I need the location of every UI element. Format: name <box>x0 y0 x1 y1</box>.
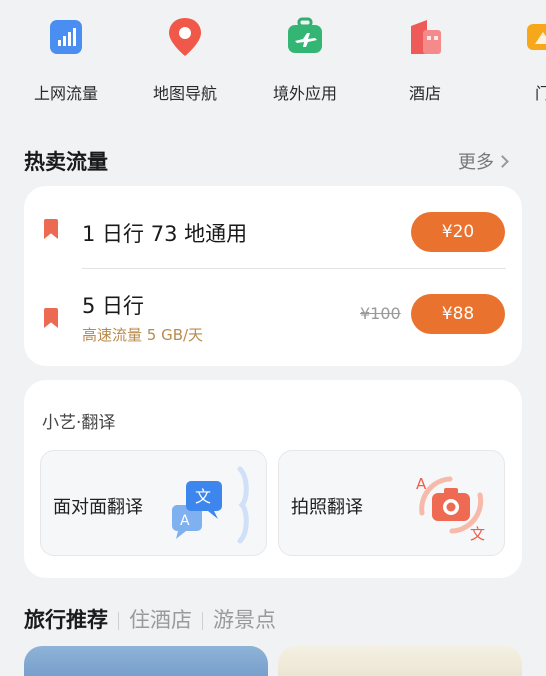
hotel-building-icon <box>403 14 447 60</box>
buy-price-button[interactable]: ¥20 <box>411 212 505 252</box>
travel-photo-card[interactable] <box>278 646 522 676</box>
section-title-hot-data: 热卖流量 <box>24 150 108 174</box>
tab-divider <box>118 611 119 630</box>
more-label: 更多 <box>458 152 494 173</box>
quick-item-label: 酒店 <box>408 84 441 103</box>
plan-row[interactable]: 5 日行 高速流量 5 GB/天 ¥100 ¥88 <box>24 274 522 366</box>
quick-access-row: 上网流量 地图导航 境外应用 酒店 门 <box>0 14 546 109</box>
tab-hotels[interactable]: 住酒店 <box>129 608 192 632</box>
data-plans-card: 1 日行 73 地通用 ¥20 5 日行 高速流量 5 GB/天 ¥100 ¥8… <box>24 186 522 366</box>
quick-item-data[interactable]: 上网流量 <box>11 14 121 104</box>
tile-label: 拍照翻译 <box>291 497 363 518</box>
quick-item-map[interactable]: 地图导航 <box>130 14 240 104</box>
quick-item-label: 地图导航 <box>152 84 217 103</box>
divider <box>82 268 506 269</box>
plan-name: 5 日行 <box>82 294 145 318</box>
quick-item-label: 境外应用 <box>272 84 337 103</box>
travel-home-page: 上网流量 地图导航 境外应用 酒店 门 热卖流量 更多 1 日行 73 地通用 … <box>0 0 546 676</box>
face-to-face-translate-tile[interactable]: 面对面翻译 A 文 <box>40 450 267 556</box>
translate-card: 小艺·翻译 面对面翻译 A 文 拍照翻译 A 文 <box>24 380 522 578</box>
tile-label: 面对面翻译 <box>53 497 143 518</box>
suitcase-plane-icon <box>283 14 327 60</box>
svg-text:A: A <box>416 475 427 493</box>
plan-subtitle: 高速流量 5 GB/天 <box>82 326 204 344</box>
bookmark-icon <box>44 219 58 239</box>
plan-name: 1 日行 73 地通用 <box>82 222 248 246</box>
quick-item-abroad-apps[interactable]: 境外应用 <box>250 14 360 104</box>
tab-divider <box>202 611 203 630</box>
camera-translate-icon: A 文 <box>406 465 496 545</box>
svg-text:文: 文 <box>195 487 211 506</box>
ticket-icon <box>521 14 546 60</box>
tab-travel-recommend[interactable]: 旅行推荐 <box>24 608 108 632</box>
signal-bars-icon <box>44 14 88 60</box>
tab-attractions[interactable]: 游景点 <box>213 608 276 632</box>
svg-text:A: A <box>180 513 190 529</box>
bookmark-icon <box>44 308 58 328</box>
quick-item-ticket[interactable]: 门 <box>488 14 546 104</box>
map-pin-icon <box>163 14 207 60</box>
travel-photo-card[interactable] <box>24 646 268 676</box>
plan-row[interactable]: 1 日行 73 地通用 ¥20 <box>24 186 522 274</box>
translate-title: 小艺·翻译 <box>42 413 116 433</box>
chevron-right-icon <box>496 155 509 168</box>
more-link[interactable]: 更多 <box>458 148 509 174</box>
buy-price-button[interactable]: ¥88 <box>411 294 505 334</box>
quick-item-hotel[interactable]: 酒店 <box>370 14 480 104</box>
original-price: ¥100 <box>360 304 401 323</box>
quick-item-label: 门 <box>534 84 546 103</box>
photo-translate-tile[interactable]: 拍照翻译 A 文 <box>278 450 505 556</box>
conversation-translate-icon: A 文 <box>168 465 258 545</box>
svg-text:文: 文 <box>470 525 485 543</box>
travel-tabs: 旅行推荐 住酒店 游景点 <box>24 604 276 634</box>
quick-item-label: 上网流量 <box>33 84 98 103</box>
